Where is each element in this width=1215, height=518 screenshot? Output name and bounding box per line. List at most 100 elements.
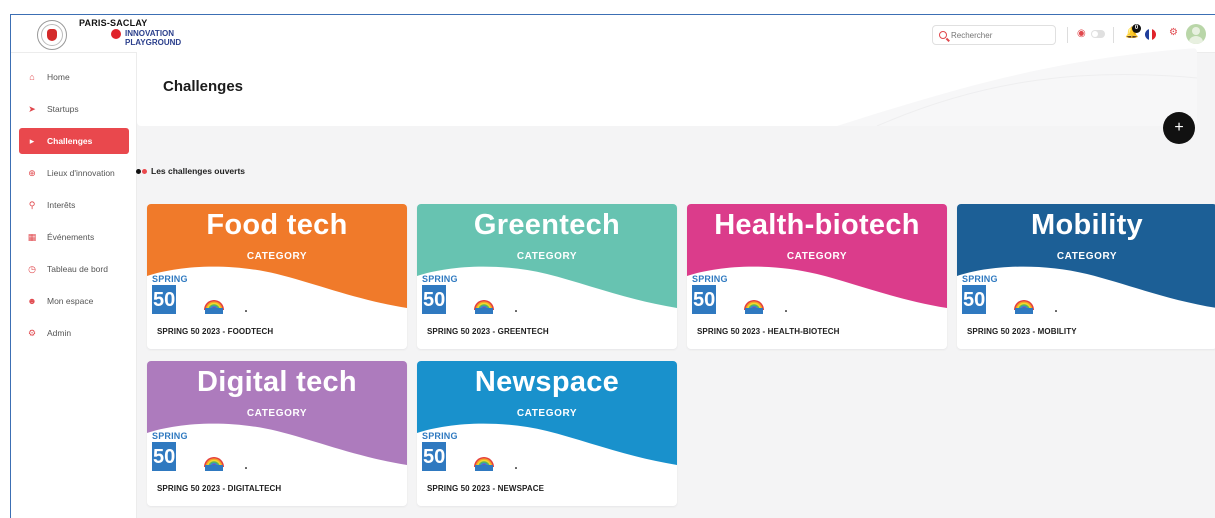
home-icon: ⌂	[29, 71, 35, 82]
challenge-card-title[interactable]: SPRING 50 2023 - HEALTH-BIOTECH	[697, 327, 840, 336]
challenge-card-title[interactable]: SPRING 50 2023 - DIGITALTECH	[157, 484, 281, 493]
search-icon: ⚲	[28, 199, 36, 210]
spring-rainbow-badge-icon	[204, 457, 224, 471]
challenge-card[interactable]: Newspace CATEGORY SPRING 50 SPRING 50 2023 -…	[417, 361, 677, 506]
clock-icon: ◷	[28, 263, 36, 274]
calendar-icon: ▦	[27, 231, 37, 242]
sidebar-item-tableau-de-bord[interactable]: ◷ Tableau de bord	[19, 256, 129, 282]
challenge-category-name: Health-biotech	[714, 209, 920, 241]
spring-logo-number: 50	[152, 285, 176, 314]
sidebar-item-label: Mon espace	[47, 296, 94, 306]
challenge-category-name: Mobility	[1031, 209, 1143, 241]
sidebar-item-admin[interactable]: ⚙ Admin	[19, 320, 129, 346]
flag-fr-icon[interactable]	[1145, 29, 1156, 40]
avatar[interactable]	[1186, 24, 1206, 44]
sidebar-item-home[interactable]: ⌂ Home	[19, 64, 129, 90]
page-header-card: Challenges	[137, 48, 1197, 126]
decorative-dot	[515, 467, 517, 469]
sidebar-item-label: Tableau de bord	[47, 264, 108, 274]
spring-logo-word: SPRING	[422, 431, 458, 441]
challenge-category-label: CATEGORY	[246, 408, 308, 419]
spring-logo-word: SPRING	[962, 274, 998, 284]
section-dots-icon	[136, 168, 147, 174]
user-icon: ☻	[27, 295, 37, 306]
spring50-logo: SPRING 50	[152, 431, 196, 471]
challenge-card[interactable]: Digital tech CATEGORY SPRING 50 SPRING 50 20…	[147, 361, 407, 506]
spring-logo-number: 50	[962, 285, 986, 314]
spring-rainbow-badge-icon	[744, 300, 764, 314]
brand-line-1: PARIS-SACLAY	[79, 18, 148, 28]
decorative-dot	[245, 310, 247, 312]
search-input[interactable]	[951, 30, 1046, 40]
rocket-icon: ➤	[28, 103, 36, 114]
brand-logo[interactable]: PARIS-SACLAY INNOVATION PLAYGROUND	[79, 19, 181, 47]
header-divider	[1113, 27, 1114, 43]
challenge-card-title[interactable]: SPRING 50 2023 - FOODTECH	[157, 327, 273, 336]
challenge-category-label: CATEGORY	[516, 408, 578, 419]
challenge-category-label: CATEGORY	[246, 251, 308, 262]
visibility-toggle[interactable]	[1091, 30, 1105, 38]
spring-logo-number: 50	[692, 285, 716, 314]
sidebar-item-lieux-innovation[interactable]: ⊕ Lieux d'innovation	[19, 160, 129, 186]
challenge-category-name: Digital tech	[197, 366, 357, 398]
challenge-category-name: Greentech	[473, 209, 621, 241]
sidebar-item-evenements[interactable]: ▦ Événements	[19, 224, 129, 250]
gear-icon: ⚙	[27, 327, 37, 338]
header-divider	[1067, 27, 1068, 43]
decorative-dot	[785, 310, 787, 312]
challenge-card-banner: Newspace CATEGORY SPRING 50	[417, 361, 677, 471]
sidebar-item-startups[interactable]: ➤ Startups	[19, 96, 129, 122]
spring50-logo: SPRING 50	[962, 274, 1006, 314]
decorative-dot	[1055, 310, 1057, 312]
challenge-card[interactable]: Mobility CATEGORY SPRING 50 SPRING 50 2023 -…	[957, 204, 1215, 349]
challenge-card[interactable]: Greentech CATEGORY SPRING 50 SPRING 50 2023 …	[417, 204, 677, 349]
spring50-logo: SPRING 50	[692, 274, 736, 314]
eye-off-icon[interactable]: ◉	[1077, 29, 1086, 39]
challenge-card-title[interactable]: SPRING 50 2023 - GREENTECH	[427, 327, 549, 336]
brand-line-2: INNOVATION	[110, 29, 181, 39]
add-challenge-button[interactable]: +	[1163, 112, 1195, 144]
challenge-category-label: CATEGORY	[516, 251, 578, 262]
page-title: Challenges	[163, 78, 244, 95]
sidebar-item-interets[interactable]: ⚲ Interêts	[19, 192, 129, 218]
spring-rainbow-badge-icon	[204, 300, 224, 314]
decorative-dot	[515, 310, 517, 312]
megaphone-icon: ▸	[29, 135, 35, 146]
challenge-category-name: Newspace	[474, 366, 620, 398]
spring50-logo: SPRING 50	[422, 274, 466, 314]
challenge-card-banner: Health-biotech CATEGORY SPRING 50	[687, 204, 947, 314]
spring-rainbow-badge-icon	[474, 457, 494, 471]
spring-rainbow-badge-icon	[474, 300, 494, 314]
challenge-card-title[interactable]: SPRING 50 2023 - MOBILITY	[967, 327, 1077, 336]
sidebar-item-challenges[interactable]: ▸ Challenges	[19, 128, 129, 154]
globe-icon: ⊕	[28, 167, 36, 178]
spring50-logo: SPRING 50	[422, 431, 466, 471]
search-icon	[939, 31, 947, 39]
sidebar: ⌂ Home ➤ Startups ▸ Challenges ⊕ Lieux d…	[11, 53, 137, 518]
challenge-card-banner: Greentech CATEGORY SPRING 50	[417, 204, 677, 314]
section-title-text: Les challenges ouverts	[151, 166, 246, 176]
challenge-card-banner: Digital tech CATEGORY SPRING 50	[147, 361, 407, 471]
challenge-card-banner: Mobility CATEGORY SPRING 50	[957, 204, 1215, 314]
challenge-category-label: CATEGORY	[786, 251, 848, 262]
brand-line-3: PLAYGROUND	[125, 38, 182, 47]
section-title: Les challenges ouverts	[136, 166, 245, 176]
sidebar-item-mon-espace[interactable]: ☻ Mon espace	[19, 288, 129, 314]
challenge-card[interactable]: Food tech CATEGORY SPRING 50 SPRING 50 2023 …	[147, 204, 407, 349]
challenge-category-name: Food tech	[206, 209, 348, 241]
challenge-category-label: CATEGORY	[1056, 251, 1118, 262]
sidebar-item-label: Home	[47, 72, 70, 82]
challenge-card-title[interactable]: SPRING 50 2023 - NEWSPACE	[427, 484, 544, 493]
decorative-dot	[245, 467, 247, 469]
search-box[interactable]	[932, 25, 1056, 45]
spring-logo-word: SPRING	[152, 431, 188, 441]
challenge-card[interactable]: Health-biotech CATEGORY SPRING 50 SPRING 50 …	[687, 204, 947, 349]
notification-count-badge: 0	[1132, 24, 1141, 33]
sidebar-item-label: Admin	[47, 328, 72, 338]
university-seal-logo[interactable]	[37, 20, 67, 50]
spring50-logo: SPRING 50	[152, 274, 196, 314]
gear-icon[interactable]: ⚙	[1169, 28, 1178, 38]
sidebar-item-label: Challenges	[47, 136, 93, 146]
spring-logo-word: SPRING	[692, 274, 728, 284]
spring-rainbow-badge-icon	[1014, 300, 1034, 314]
